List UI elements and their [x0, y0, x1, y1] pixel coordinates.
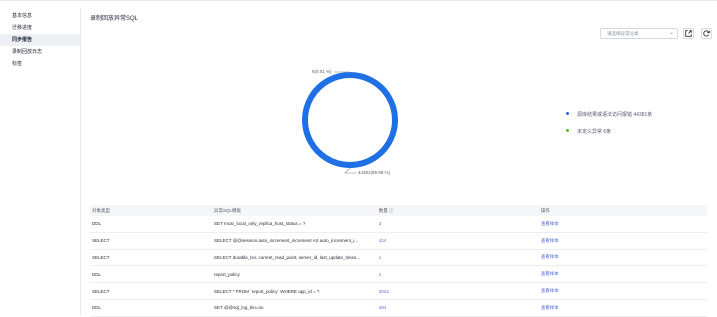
- cell-object-type: DDL: [90, 299, 212, 316]
- table-row: DDLSET @@sql_log_bin=on494查看样本: [90, 299, 707, 316]
- view-sample-link[interactable]: 查看样本: [539, 266, 707, 283]
- cell-object-type: DDL: [90, 216, 212, 232]
- cell-sql-template: SELECT * FROM `report_policy` WHERE app_…: [212, 283, 377, 300]
- view-sample-link[interactable]: 查看样本: [539, 232, 707, 249]
- column-header-sql-template: 异常SQL模板: [212, 205, 377, 216]
- table-header-row: 对象类型 异常SQL模板 数量 ⓘ 操作: [90, 205, 707, 216]
- legend-dot: [566, 129, 569, 132]
- donut-slice-0[interactable]: [305, 75, 395, 165]
- cell-object-type: DDL: [90, 266, 212, 283]
- cell-sql-template: report_policy: [212, 266, 377, 283]
- cell-count[interactable]: 1: [377, 249, 539, 266]
- cell-object-type: SELECT: [90, 283, 212, 300]
- cell-count[interactable]: 2024: [377, 283, 539, 300]
- table-row: DDLreport_policy1查看样本: [90, 266, 707, 283]
- column-header-action: 操作: [539, 205, 707, 216]
- view-sample-link[interactable]: 查看样本: [539, 249, 707, 266]
- legend-label: 源库结果或语法访问报错 44381条: [577, 112, 652, 118]
- column-header-object-type: 对象类型: [90, 205, 212, 216]
- view-sample-link[interactable]: 查看样本: [539, 216, 707, 232]
- legend-dot: [566, 112, 569, 115]
- slice-label-major: 44381(99.99 %): [358, 170, 390, 175]
- legend-item-source-error[interactable]: 源库结果或语法访问报错 44381条: [566, 111, 652, 118]
- cell-count[interactable]: 494: [377, 299, 539, 316]
- table-row: SELECTSELECT @@session.auto_increment_in…: [90, 232, 707, 249]
- slice-label-minor: 6(0.01 %): [312, 69, 332, 74]
- cell-count[interactable]: 1: [377, 266, 539, 283]
- view-sample-link[interactable]: 查看样本: [539, 283, 707, 300]
- cell-count[interactable]: 3: [377, 216, 539, 232]
- cell-sql-template: SET mcar_local_only_replica_host_status …: [212, 216, 377, 232]
- table-row: SELECTSELECT * FROM `report_policy` WHER…: [90, 283, 707, 300]
- exception-sql-table: 对象类型 异常SQL模板 数量 ⓘ 操作 DDLSET mcar_local_o…: [90, 205, 707, 317]
- leader-line-major: [345, 168, 357, 173]
- table-row: SELECTSELECT durable_lsn, current_read_p…: [90, 249, 707, 266]
- view-sample-link[interactable]: 查看样本: [539, 299, 707, 316]
- cell-sql-template: SELECT @@session.auto_increment_incremen…: [212, 232, 377, 249]
- legend-label: 未定义异常 6条: [577, 129, 611, 135]
- cell-object-type: SELECT: [90, 232, 212, 249]
- table-row: DDLSET mcar_local_only_replica_host_stat…: [90, 216, 707, 232]
- cell-count[interactable]: 424: [377, 232, 539, 249]
- legend-item-undefined[interactable]: 未定义异常 6条: [566, 128, 611, 135]
- cell-sql-template: SELECT durable_lsn, current_read_point, …: [212, 249, 377, 266]
- cell-object-type: SELECT: [90, 249, 212, 266]
- column-header-count: 数量 ⓘ: [377, 205, 539, 216]
- cell-sql-template: SET @@sql_log_bin=on: [212, 299, 377, 316]
